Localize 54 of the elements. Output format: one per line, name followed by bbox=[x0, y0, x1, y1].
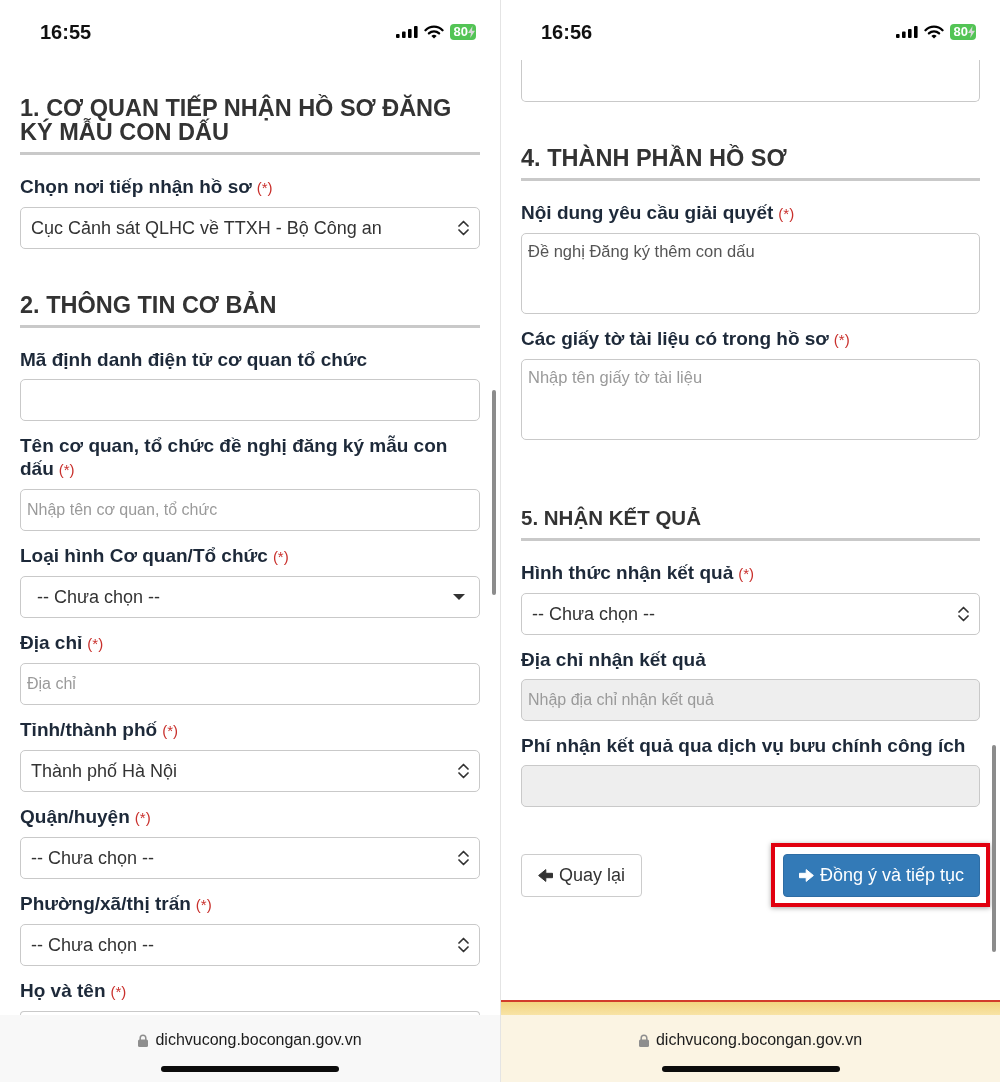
select-field[interactable]: -- Chưa chọn -- bbox=[20, 837, 480, 879]
input-field[interactable] bbox=[521, 60, 980, 102]
url-text[interactable]: dichvucong.bocongan.gov.vn bbox=[655, 1031, 863, 1049]
select-field[interactable]: -- Chưa chọn -- bbox=[20, 924, 480, 966]
signal-icon bbox=[395, 26, 418, 38]
field-label: Nội dung yêu cầu giải quyết (*) bbox=[521, 201, 795, 225]
section-heading: 5. NHẬN KẾT QUẢ bbox=[521, 506, 701, 530]
clock-time: 16:55 bbox=[40, 20, 92, 44]
field-label: Phường/xã/thị trấn (*) bbox=[20, 892, 212, 916]
select-field[interactable]: Cục Cảnh sát QLHC về TTXH - Bộ Công an bbox=[20, 207, 480, 249]
chevron-up-down-icon bbox=[958, 606, 969, 622]
field-label: Các giấy tờ tài liệu có trong hồ sơ (*) bbox=[521, 327, 850, 351]
section-heading: 2. THÔNG TIN CƠ BẢN bbox=[20, 293, 277, 317]
battery-percent: 80 bbox=[953, 24, 968, 40]
lock-icon bbox=[138, 1033, 149, 1047]
input-field[interactable] bbox=[20, 1011, 480, 1015]
url-text[interactable]: dichvucong.bocongan.gov.vn bbox=[155, 1031, 362, 1049]
home-indicator-bar[interactable] bbox=[661, 1066, 840, 1072]
select-field[interactable]: Thành phố Hà Nội bbox=[20, 750, 480, 792]
section-heading: 1. CƠ QUAN TIẾP NHẬN HỒ SƠ ĐĂNG KÝ MẪU CON DẤU bbox=[20, 96, 453, 144]
field-label: Phí nhận kết quả qua dịch vụ bưu chính công ích bbox=[521, 734, 966, 757]
signal-icon bbox=[895, 26, 918, 38]
field-label: Quận/huyện (*) bbox=[20, 805, 151, 829]
field-label: Họ và tên (*) bbox=[20, 979, 127, 1003]
wifi-icon bbox=[423, 25, 444, 39]
input-field[interactable] bbox=[20, 379, 480, 421]
chevron-up-down-icon bbox=[458, 220, 469, 236]
back-button[interactable]: Quay lại bbox=[521, 854, 643, 897]
field-label: Tên cơ quan, tổ chức đề nghị đăng ký mẫu con dấu (*) bbox=[20, 434, 449, 481]
lock-icon bbox=[638, 1033, 649, 1047]
arrow-right-icon bbox=[798, 869, 814, 882]
field-label: Hình thức nhận kết quả (*) bbox=[521, 561, 755, 585]
chevron-up-down-icon bbox=[458, 763, 469, 779]
section-heading: 4. THÀNH PHẦN HỒ SƠ bbox=[521, 146, 787, 170]
select-field[interactable]: -- Chưa chọn -- bbox=[521, 593, 980, 635]
field-label: Địa chỉ nhận kết quả bbox=[521, 648, 706, 671]
bolt-icon bbox=[468, 26, 475, 38]
clock-time: 16:56 bbox=[541, 20, 593, 44]
wifi-icon bbox=[923, 25, 944, 39]
field-label: Địa chỉ (*) bbox=[20, 631, 104, 655]
arrow-left-icon bbox=[538, 869, 553, 882]
field-label: Tỉnh/thành phố (*) bbox=[20, 718, 178, 742]
field-label: Loại hình Cơ quan/Tổ chức (*) bbox=[20, 544, 289, 568]
home-indicator-bar[interactable] bbox=[161, 1066, 339, 1072]
field-label: Mã định danh điện tử cơ quan tổ chức bbox=[20, 348, 368, 371]
bolt-icon bbox=[968, 26, 975, 38]
field-label: Chọn nơi tiếp nhận hồ sơ (*) bbox=[20, 175, 273, 199]
caret-down-icon bbox=[453, 594, 465, 600]
continue-button[interactable]: Đồng ý và tiếp tục bbox=[782, 854, 980, 897]
dropdown-field[interactable]: -- Chưa chọn -- bbox=[20, 576, 480, 618]
textarea-field[interactable]: Đề nghị Đăng ký thêm con dấu bbox=[521, 233, 980, 314]
battery-percent: 80 bbox=[453, 24, 468, 40]
chevron-up-down-icon bbox=[458, 850, 469, 866]
chevron-up-down-icon bbox=[458, 937, 469, 953]
